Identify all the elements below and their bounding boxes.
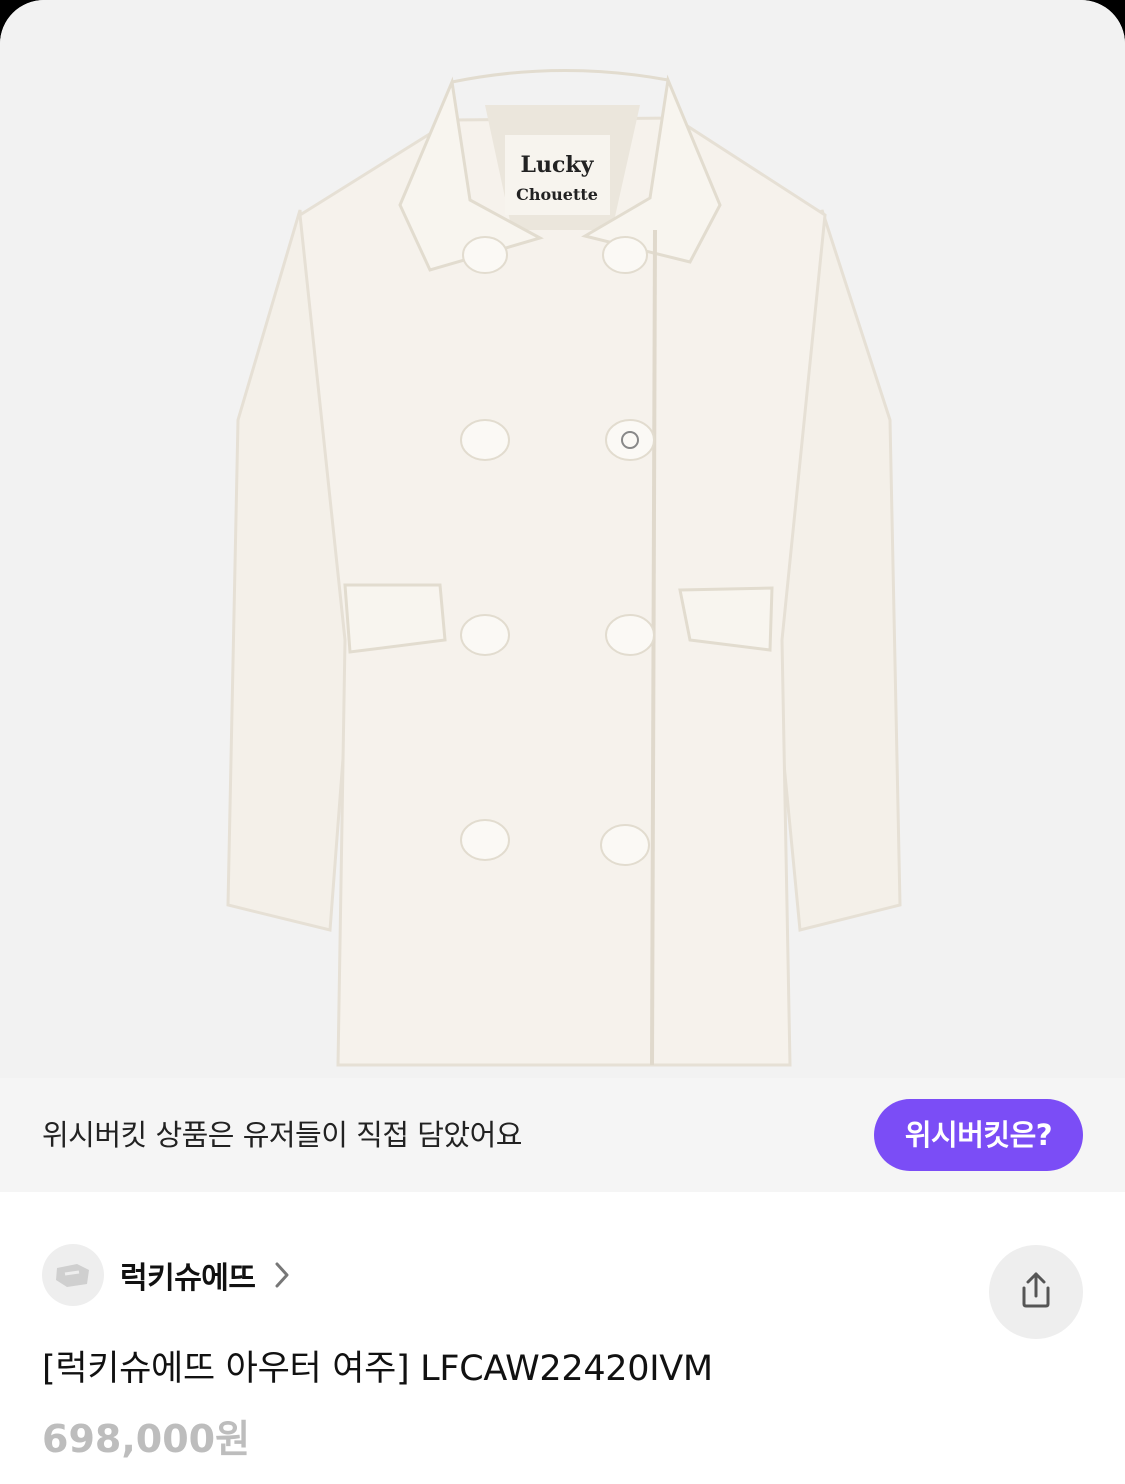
brand-label-line2: Chouette bbox=[516, 185, 598, 204]
share-button[interactable] bbox=[989, 1245, 1083, 1339]
wish-bucket-banner: 위시버킷 상품은 유저들이 직접 담았어요 위시버킷은? bbox=[0, 1078, 1125, 1192]
product-price: 698,000원 bbox=[42, 1417, 251, 1461]
product-title: [럭키슈에뜨 아우터 여주] LFCAW22420IVM bbox=[42, 1349, 713, 1389]
product-image[interactable]: Lucky Chouette bbox=[0, 0, 1125, 1078]
store-logo-icon bbox=[42, 1244, 104, 1306]
wish-banner-text: 위시버킷 상품은 유저들이 직접 담았어요 bbox=[42, 1118, 522, 1152]
share-icon bbox=[1016, 1270, 1056, 1314]
chevron-right-icon bbox=[274, 1261, 290, 1289]
wish-bucket-info-button[interactable]: 위시버킷은? bbox=[874, 1099, 1083, 1171]
seller-link[interactable]: 럭키슈에뜨 bbox=[42, 1244, 290, 1306]
product-sheet: Lucky Chouette 위시버킷 상품은 유저들이 직접 담았어요 위시버… bbox=[0, 0, 1125, 1484]
coat-illustration: Lucky Chouette bbox=[226, 68, 902, 1067]
brand-label-line1: Lucky bbox=[521, 152, 595, 178]
seller-name: 럭키슈에뜨 bbox=[120, 1261, 256, 1296]
